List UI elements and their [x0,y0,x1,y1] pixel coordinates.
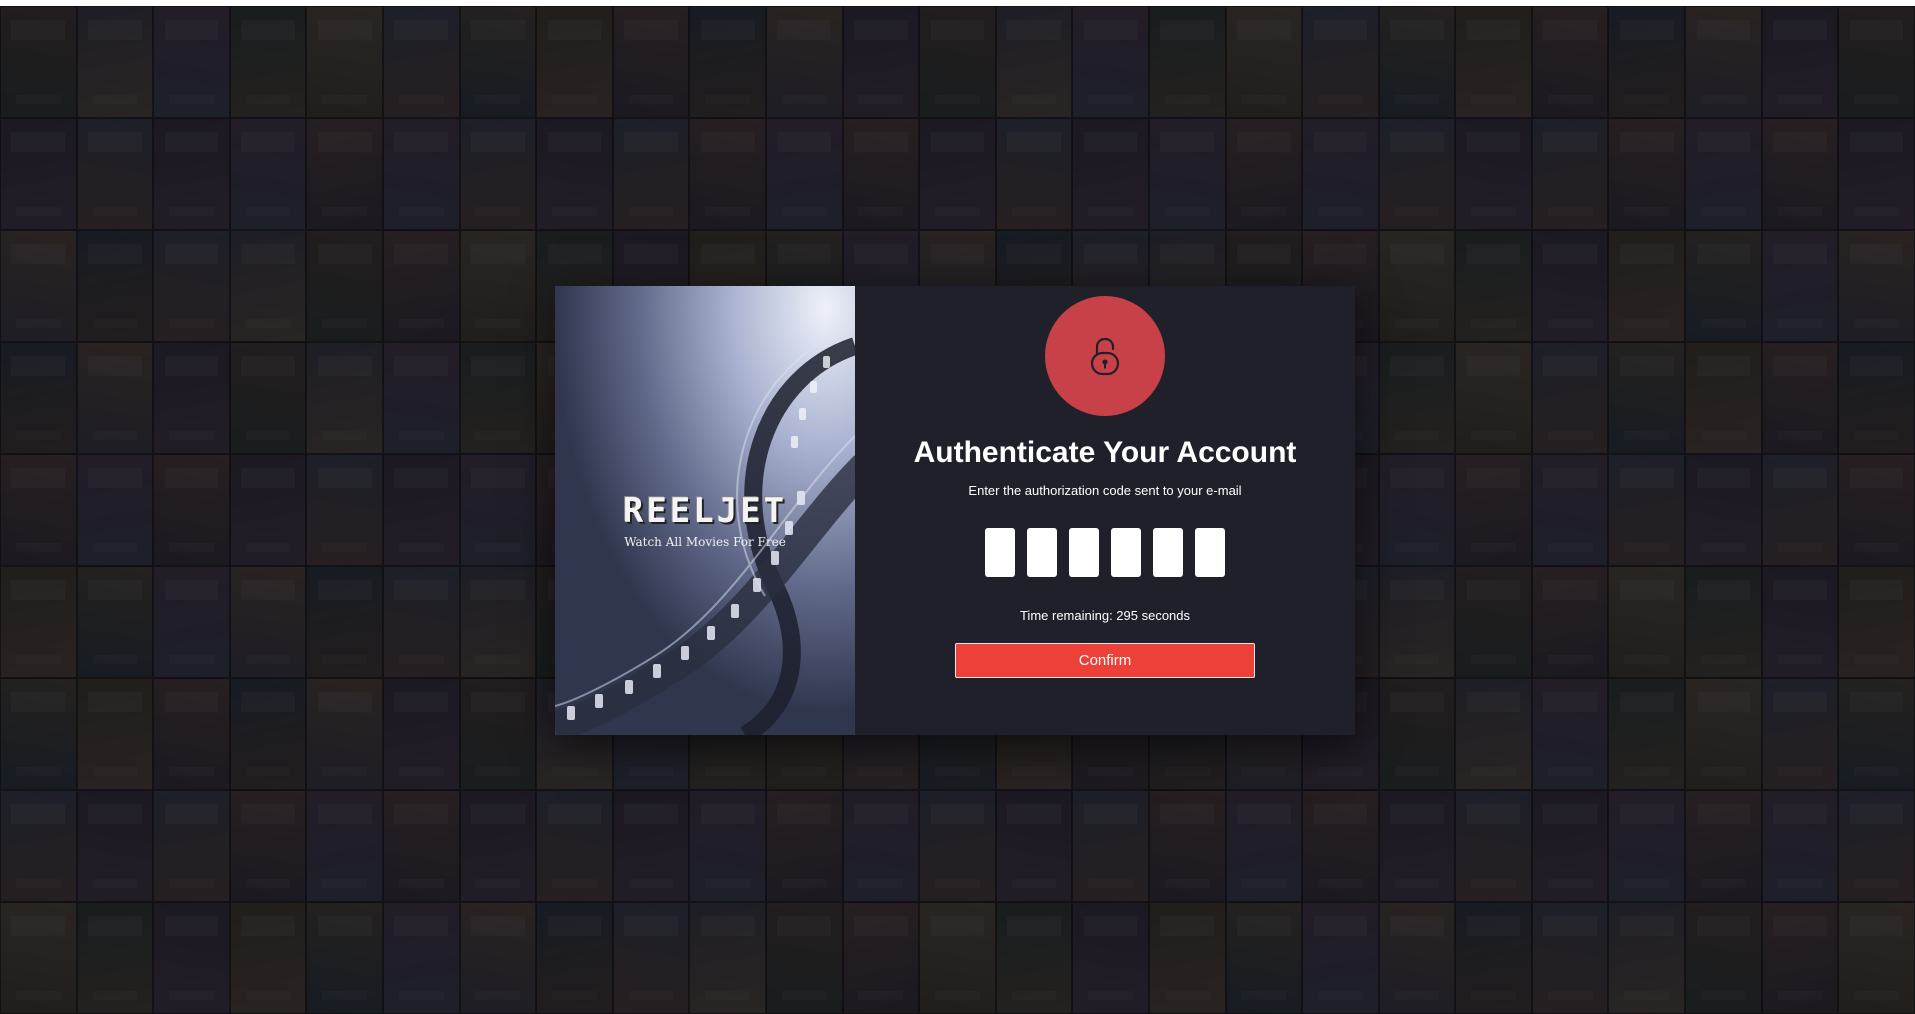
page: REELJET Watch All Movies For Free Authen… [0,0,1915,1014]
code-digit-2-input[interactable] [1027,528,1057,577]
brand-block: REELJET Watch All Movies For Free [555,491,855,549]
code-input-group [985,528,1225,578]
lock-badge [1045,296,1165,416]
auth-instructions: Enter the authorization code sent to you… [968,483,1242,498]
auth-modal: REELJET Watch All Movies For Free Authen… [555,286,1355,735]
code-digit-3-input[interactable] [1069,528,1099,577]
brand-tagline: Watch All Movies For Free [624,535,786,549]
brand-logo: REELJET [622,491,788,531]
code-digit-1-input[interactable] [985,528,1015,577]
code-digit-6-input[interactable] [1195,528,1225,577]
confirm-button[interactable]: Confirm [955,643,1255,678]
countdown-timer: Time remaining: 295 seconds [1019,608,1191,623]
lock-icon [1090,337,1120,376]
auth-panel: Authenticate Your Account Enter the auth… [855,286,1355,735]
code-digit-5-input[interactable] [1153,528,1183,577]
page-title: Authenticate Your Account [913,436,1297,469]
brand-panel: REELJET Watch All Movies For Free [555,286,855,735]
code-digit-4-input[interactable] [1111,528,1141,577]
top-bar [0,0,1915,6]
